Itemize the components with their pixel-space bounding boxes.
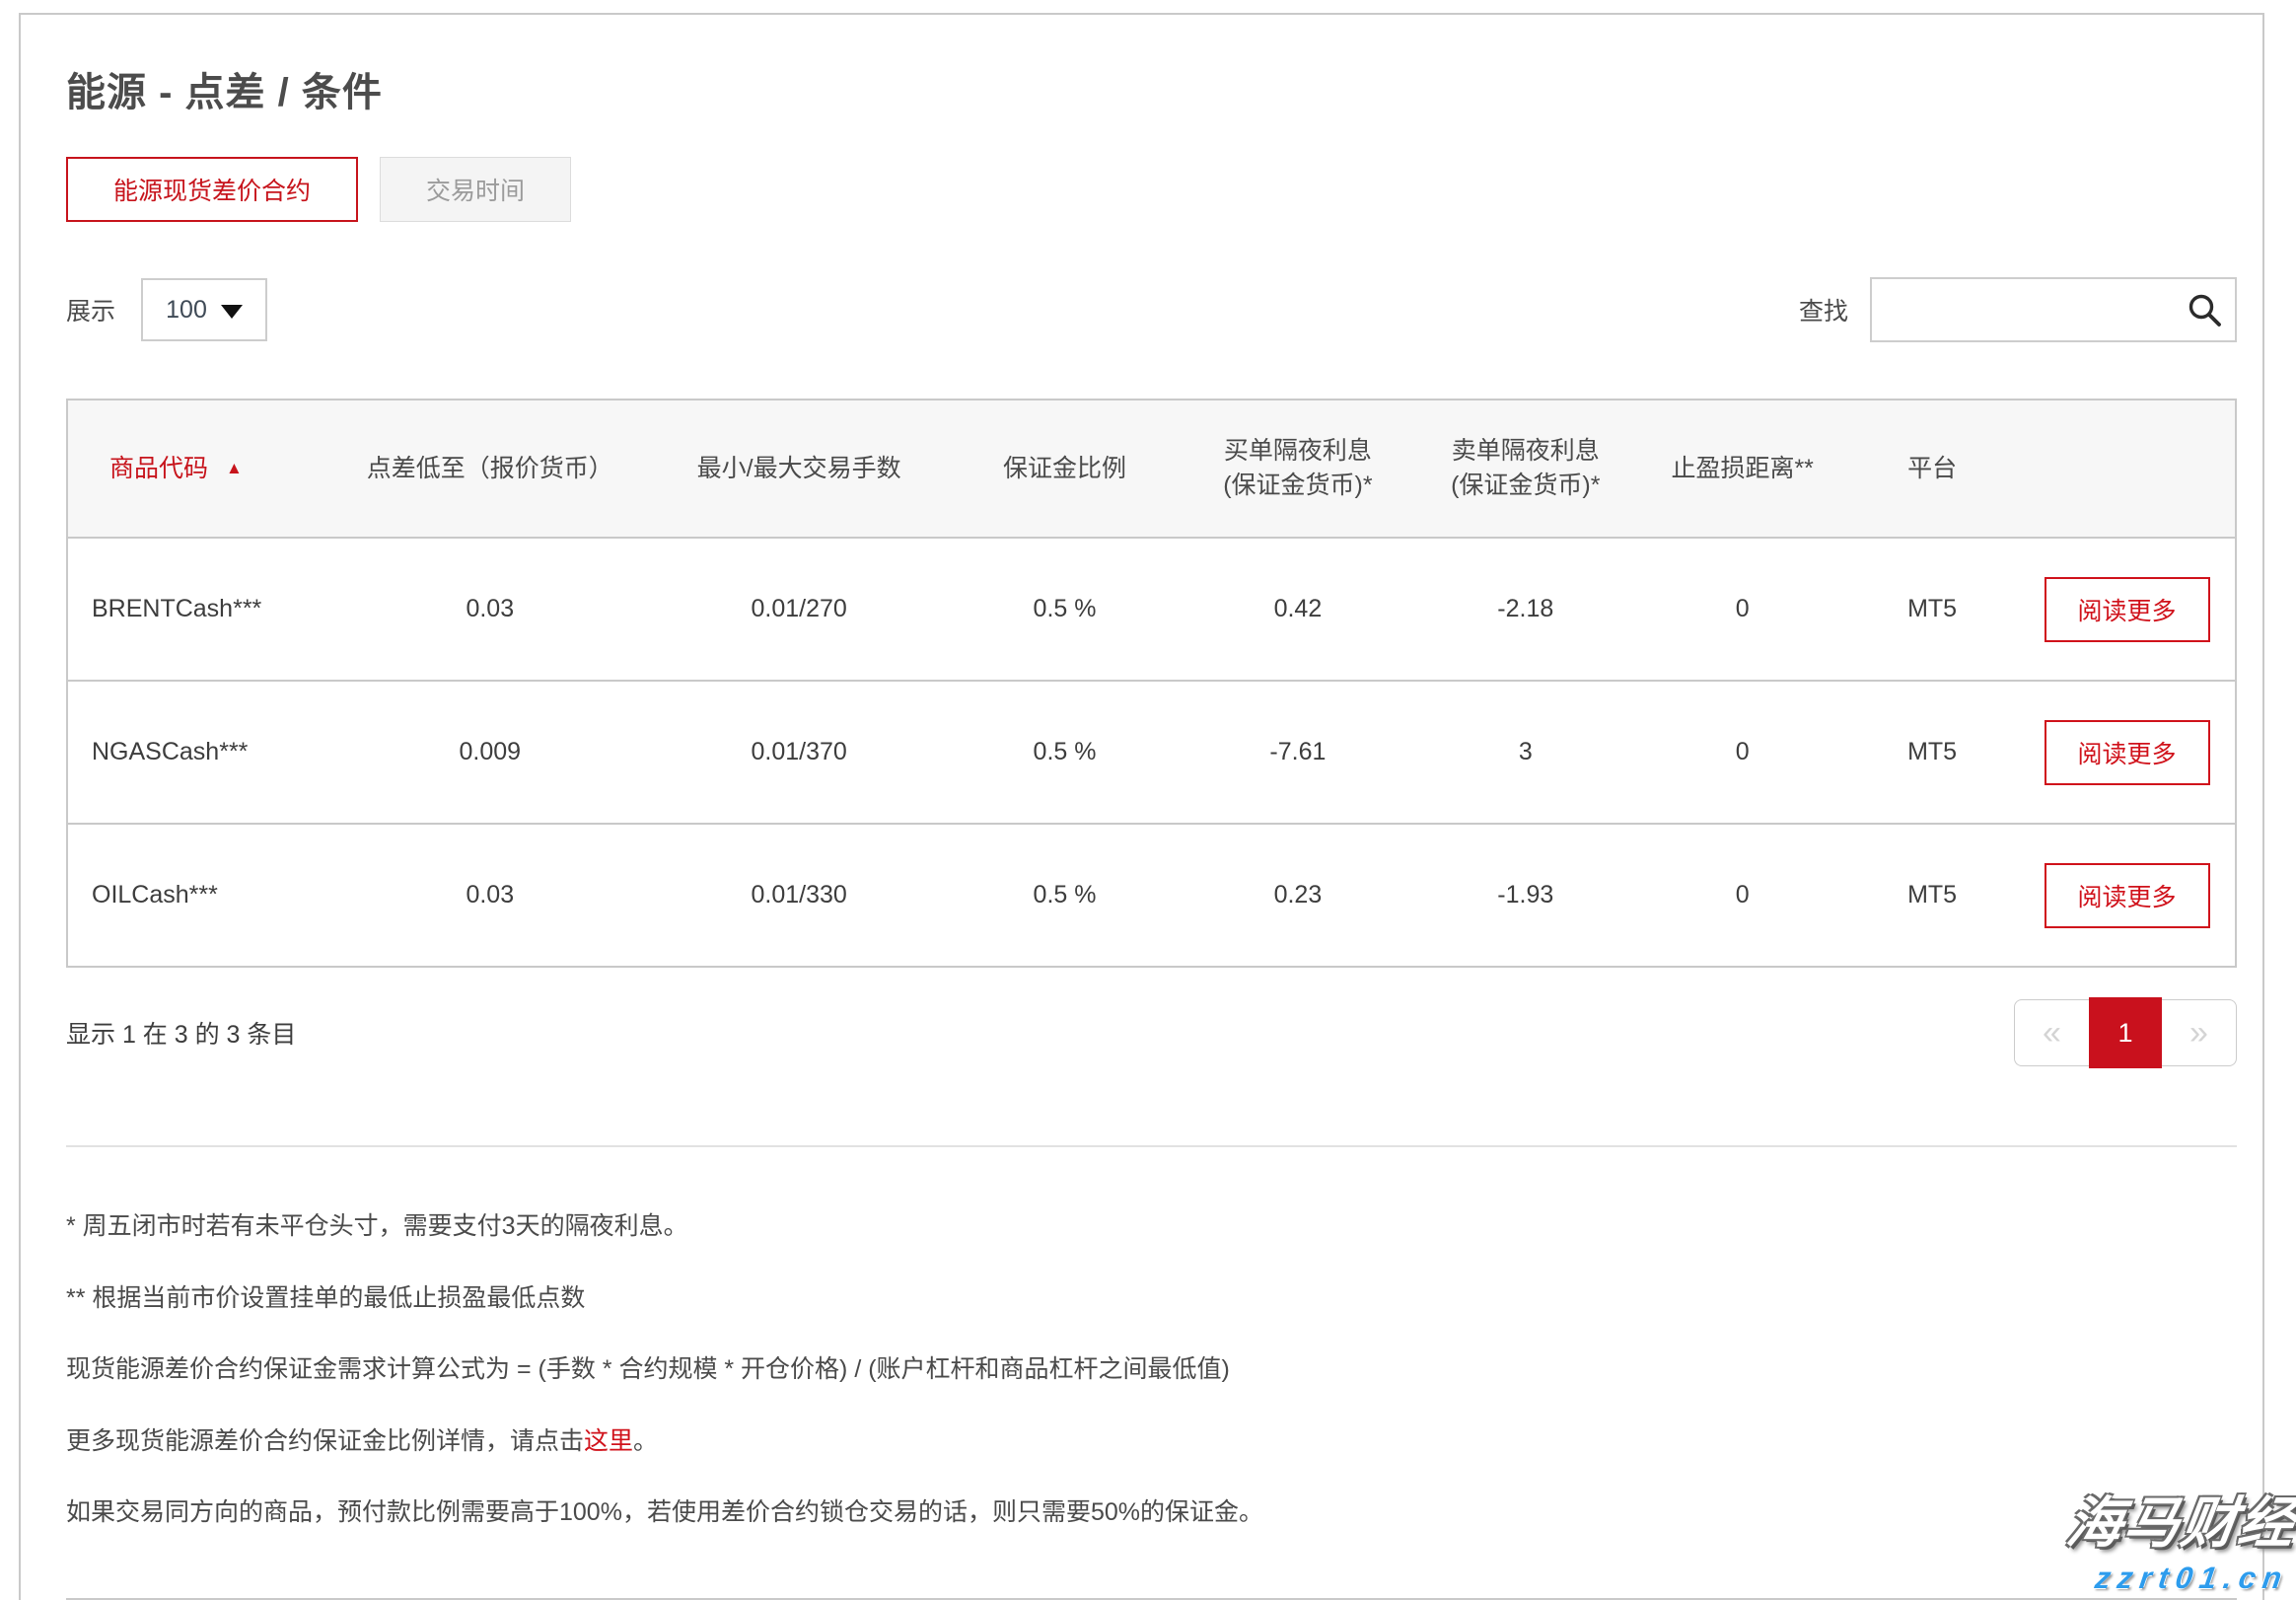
cell-swap-sell: 3 bbox=[1411, 681, 1639, 824]
show-label: 展示 bbox=[66, 292, 115, 327]
footnote-swap-friday: * 周五闭市时若有未平仓头寸，需要支付3天的隔夜利息。 bbox=[66, 1210, 2237, 1243]
swap-buy-line2: (保证金货币)* bbox=[1184, 469, 1411, 503]
watermark-url: zzrt01.cn bbox=[2057, 1561, 2291, 1596]
table-row: NGASCash*** 0.009 0.01/370 0.5 % -7.61 3… bbox=[67, 681, 2236, 824]
search-icon bbox=[2186, 291, 2223, 333]
footnotes: * 周五闭市时若有未平仓头寸，需要支付3天的隔夜利息。 ** 根据当前市价设置挂… bbox=[66, 1210, 2237, 1529]
tab-trading-hours[interactable]: 交易时间 bbox=[380, 157, 571, 222]
column-header-swap-sell[interactable]: 卖单隔夜利息 (保证金货币)* bbox=[1411, 400, 1639, 538]
cell-platform: MT5 bbox=[1845, 681, 2019, 824]
entries-info: 显示 1 在 3 的 3 条目 bbox=[66, 1015, 296, 1051]
cell-margin: 0.5 % bbox=[946, 538, 1184, 681]
swap-buy-line1: 买单隔夜利息 bbox=[1184, 434, 1411, 469]
tab-bar: 能源现货差价合约 交易时间 bbox=[66, 157, 2237, 222]
tab-energy-spot-cfd[interactable]: 能源现货差价合约 bbox=[66, 157, 358, 222]
column-header-action bbox=[2019, 400, 2236, 538]
column-header-stop-distance[interactable]: 止盈损距离** bbox=[1639, 400, 1845, 538]
footnote-margin-details: 更多现货能源差价合约保证金比例详情，请点击这里。 bbox=[66, 1425, 2237, 1458]
cell-platform: MT5 bbox=[1845, 824, 2019, 967]
page-title: 能源 - 点差 / 条件 bbox=[66, 60, 2237, 117]
cell-margin: 0.5 % bbox=[946, 681, 1184, 824]
column-header-swap-buy[interactable]: 买单隔夜利息 (保证金货币)* bbox=[1184, 400, 1411, 538]
cell-code: BRENTCash*** bbox=[67, 538, 327, 681]
search-area: 查找 bbox=[1799, 277, 2237, 342]
search-label: 查找 bbox=[1799, 292, 1848, 327]
cell-lots: 0.01/370 bbox=[653, 681, 946, 824]
cell-swap-sell: -1.93 bbox=[1411, 824, 1639, 967]
pagination-prev-button[interactable]: « bbox=[2014, 999, 2089, 1066]
read-more-button[interactable]: 阅读更多 bbox=[2045, 720, 2210, 785]
pagination-next-button[interactable]: » bbox=[2162, 999, 2237, 1066]
footnote-hedged-margin: 如果交易同方向的商品，预付款比例需要高于100%，若使用差价合约锁仓交易的话，则… bbox=[66, 1496, 2237, 1529]
pagination: « 1 » bbox=[2014, 997, 2237, 1068]
cell-stop-distance: 0 bbox=[1639, 824, 1845, 967]
cell-swap-buy: 0.42 bbox=[1184, 538, 1411, 681]
cell-lots: 0.01/270 bbox=[653, 538, 946, 681]
table-row: BRENTCash*** 0.03 0.01/270 0.5 % 0.42 -2… bbox=[67, 538, 2236, 681]
cell-swap-sell: -2.18 bbox=[1411, 538, 1639, 681]
page-size-value: 100 bbox=[166, 296, 207, 325]
caret-down-icon bbox=[221, 305, 243, 319]
bottom-divider bbox=[66, 1598, 2237, 1600]
cell-spread: 0.03 bbox=[327, 824, 653, 967]
read-more-button[interactable]: 阅读更多 bbox=[2045, 577, 2210, 642]
watermark: 海马财经 zzrt01.cn bbox=[2057, 1479, 2296, 1596]
footnote-margin-formula: 现货能源差价合约保证金需求计算公式为 = (手数 * 合约规模 * 开仓价格) … bbox=[66, 1353, 2237, 1386]
cell-spread: 0.009 bbox=[327, 681, 653, 824]
page-size-select[interactable]: 100 bbox=[141, 278, 267, 341]
column-header-margin[interactable]: 保证金比例 bbox=[946, 400, 1184, 538]
cell-stop-distance: 0 bbox=[1639, 681, 1845, 824]
footnote-link-suffix: 。 bbox=[633, 1427, 658, 1455]
cell-platform: MT5 bbox=[1845, 538, 2019, 681]
table-header-row: 商品代码 ▲ 点差低至（报价货币） 最小/最大交易手数 保证金比例 买单隔夜利息 … bbox=[67, 400, 2236, 538]
cell-code: OILCash*** bbox=[67, 824, 327, 967]
section-divider bbox=[66, 1145, 2237, 1147]
read-more-button[interactable]: 阅读更多 bbox=[2045, 863, 2210, 928]
column-header-code-label: 商品代码 bbox=[109, 455, 208, 482]
cell-code: NGASCash*** bbox=[67, 681, 327, 824]
search-input[interactable] bbox=[1870, 277, 2237, 342]
table-footer: 显示 1 在 3 的 3 条目 « 1 » bbox=[66, 997, 2237, 1068]
cell-stop-distance: 0 bbox=[1639, 538, 1845, 681]
footnote-link-prefix: 更多现货能源差价合约保证金比例详情，请点击 bbox=[66, 1427, 584, 1455]
here-link[interactable]: 这里 bbox=[584, 1427, 633, 1455]
table-row: OILCash*** 0.03 0.01/330 0.5 % 0.23 -1.9… bbox=[67, 824, 2236, 967]
cell-spread: 0.03 bbox=[327, 538, 653, 681]
swap-sell-line1: 卖单隔夜利息 bbox=[1411, 434, 1639, 469]
footnote-stop-levels: ** 根据当前市价设置挂单的最低止损盈最低点数 bbox=[66, 1282, 2237, 1315]
sort-asc-icon: ▲ bbox=[226, 459, 243, 477]
column-header-lots[interactable]: 最小/最大交易手数 bbox=[653, 400, 946, 538]
cell-margin: 0.5 % bbox=[946, 824, 1184, 967]
cell-swap-buy: 0.23 bbox=[1184, 824, 1411, 967]
content-card: 能源 - 点差 / 条件 能源现货差价合约 交易时间 展示 100 查找 bbox=[19, 13, 2264, 1600]
instruments-table: 商品代码 ▲ 点差低至（报价货币） 最小/最大交易手数 保证金比例 买单隔夜利息 … bbox=[66, 399, 2237, 968]
cell-lots: 0.01/330 bbox=[653, 824, 946, 967]
table-controls: 展示 100 查找 bbox=[66, 277, 2237, 342]
swap-sell-line2: (保证金货币)* bbox=[1411, 469, 1639, 503]
pagination-page-1[interactable]: 1 bbox=[2089, 997, 2162, 1068]
column-header-platform[interactable]: 平台 bbox=[1845, 400, 2019, 538]
column-header-code[interactable]: 商品代码 ▲ bbox=[67, 400, 327, 538]
watermark-brand: 海马财经 bbox=[2062, 1479, 2296, 1559]
search-box bbox=[1870, 277, 2237, 342]
cell-swap-buy: -7.61 bbox=[1184, 681, 1411, 824]
column-header-spread[interactable]: 点差低至（报价货币） bbox=[327, 400, 653, 538]
